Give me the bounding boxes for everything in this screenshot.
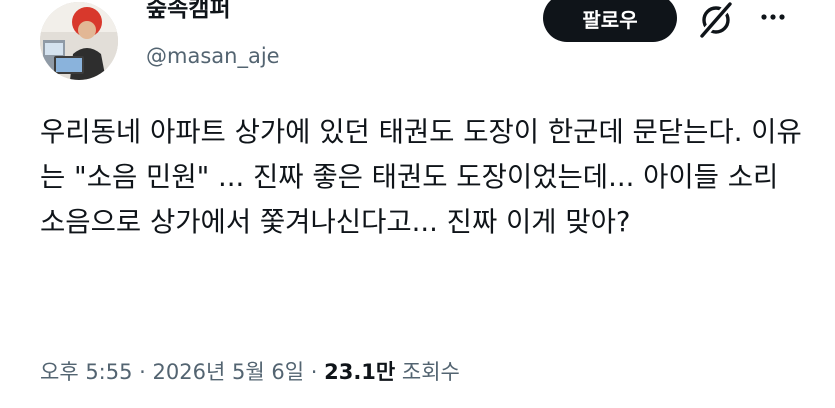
grok-icon[interactable]: [696, 0, 736, 40]
tweet-meta: 오후 5:55 · 2026년 5월 6일 · 23.1만 조회수: [40, 356, 460, 388]
more-icon[interactable]: [760, 10, 786, 24]
author-display-name[interactable]: 숲속캠퍼: [146, 0, 231, 24]
views-count: 23.1만: [324, 360, 396, 384]
tweet-time[interactable]: 오후 5:55: [40, 360, 132, 384]
avatar-photo: [40, 2, 118, 80]
views-label: 조회수: [401, 360, 460, 384]
meta-separator: ·: [310, 360, 318, 384]
avatar[interactable]: [40, 2, 118, 80]
tweet-date[interactable]: 2026년 5월 6일: [153, 360, 304, 384]
tweet-text: 우리동네 아파트 상가에 있던 태권도 도장이 한군데 문닫는다. 이유는 "소…: [40, 116, 802, 238]
meta-separator: ·: [139, 360, 146, 384]
author-handle[interactable]: @masan_aje: [146, 42, 280, 70]
follow-button[interactable]: 팔로우: [543, 0, 677, 42]
